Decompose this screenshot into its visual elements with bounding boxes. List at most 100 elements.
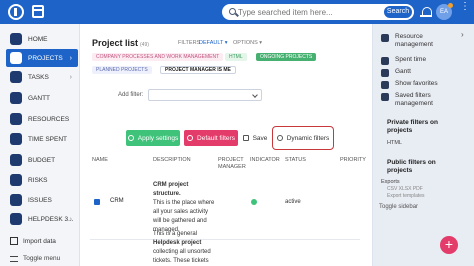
apply-settings-button[interactable]: Apply settings: [126, 130, 180, 146]
column-header-status[interactable]: STATUS: [285, 157, 306, 163]
sidebar-item-gantt[interactable]: GANTT: [6, 89, 78, 107]
page-title: Project list (49): [92, 38, 149, 48]
chevron-right-icon: ›: [69, 54, 72, 62]
exports-label: Exports: [381, 179, 400, 185]
sidebar-item-issues[interactable]: ISSUES: [6, 191, 78, 209]
notification-badge: [448, 3, 453, 8]
gantt-icon: [10, 92, 22, 104]
desc-line: Helpdesk project: [153, 240, 202, 246]
sidebar-item-resources[interactable]: RESOURCES: [6, 110, 78, 128]
issues-icon: [10, 194, 22, 206]
options-dropdown[interactable]: OPTIONS ▾: [233, 40, 262, 46]
project-name-link[interactable]: CRM: [110, 198, 124, 204]
app-logo-icon[interactable]: [8, 4, 24, 20]
sidebar-item-risks[interactable]: RISKS: [6, 171, 78, 189]
sidebar-item-budget[interactable]: BUDGET: [6, 151, 78, 169]
calendar-icon[interactable]: [32, 5, 44, 18]
private-filter-html[interactable]: HTML: [387, 140, 402, 146]
filters-default-dropdown[interactable]: DEFAULT ▾: [199, 40, 228, 46]
add-filter-select[interactable]: [148, 89, 262, 101]
apply-settings-label: Apply settings: [137, 134, 179, 142]
home-icon: [10, 33, 22, 45]
toggle-menu-button[interactable]: Toggle menu: [10, 255, 60, 262]
column-header-name[interactable]: NAME: [92, 157, 108, 163]
filter-chip[interactable]: PROJECT MANAGER IS ME: [160, 66, 236, 74]
saved-filters-management-link[interactable]: Saved filters management: [381, 92, 453, 108]
import-data-link[interactable]: Import data: [10, 237, 56, 245]
dynamic-filters-label: Dynamic filters: [286, 134, 330, 142]
chevron-right-icon: ›: [69, 73, 72, 81]
saved-filters-label: Saved filters management: [395, 92, 433, 107]
import-icon: [10, 237, 18, 245]
budget-icon: [10, 154, 22, 166]
risks-icon: [10, 174, 22, 186]
right-sidebar: › Resource management Spent time Gantt S…: [372, 24, 474, 266]
save-icon: [242, 135, 249, 141]
show-favorites-label: Show favorites: [395, 80, 438, 87]
filter-chip[interactable]: ONGOING PROJECTS: [256, 53, 317, 61]
project-count: (49): [140, 42, 149, 48]
top-bar: Search EA ⋮: [0, 0, 474, 24]
status-text: active: [285, 199, 301, 205]
column-header-indicator[interactable]: INDICATOR: [250, 157, 280, 163]
spent-time-link[interactable]: Spent time: [381, 56, 426, 65]
sidebar-item-label: BUDGET: [28, 156, 56, 164]
project-description: CRM project structure. This is the place…: [153, 181, 217, 235]
sidebar-item-time-spent[interactable]: TIME SPENT: [6, 130, 78, 148]
sidebar-item-label: RISKS: [28, 176, 48, 184]
more-menu-icon[interactable]: ⋮: [460, 2, 470, 19]
resource-management-icon: [381, 34, 389, 42]
resource-management-link[interactable]: Resource management: [381, 33, 453, 49]
clock-icon: [10, 133, 22, 145]
page-title-text: Project list: [92, 38, 139, 48]
row-divider: [90, 239, 360, 240]
desc-line: This is the place where: [153, 200, 215, 206]
default-filters-label: Default filters: [197, 134, 235, 142]
check-icon: [127, 135, 134, 141]
sidebar-item-label: GANTT: [28, 94, 51, 102]
sidebar-item-home[interactable]: HOME: [6, 30, 78, 48]
sidebar-item-tasks[interactable]: TASKS ›: [6, 68, 78, 86]
filter-chip[interactable]: COMPANY PROCESSES AND WORK MANAGEMENT: [92, 53, 224, 61]
indicator-dot: [251, 199, 257, 205]
hamburger-icon: [10, 255, 18, 262]
add-new-button[interactable]: +: [440, 236, 458, 254]
import-data-label: Import data: [23, 237, 56, 245]
export-formats[interactable]: CSV XLSX PDF: [387, 186, 423, 192]
gantt-link[interactable]: Gantt: [381, 68, 411, 77]
projects-icon: [10, 52, 22, 64]
search-input[interactable]: [238, 5, 383, 19]
show-favorites-link[interactable]: Show favorites: [381, 80, 438, 89]
main-content: Project list (49) FILTERS DEFAULT ▾ OPTIO…: [80, 24, 372, 266]
sidebar-item-label: HELPDESK 3...: [28, 215, 74, 223]
search-button[interactable]: Search: [384, 6, 412, 18]
export-templates-link[interactable]: Export templates: [387, 193, 425, 199]
filter-chip[interactable]: PLANNED PROJECTS: [92, 66, 152, 74]
filter-chip[interactable]: HTML: [225, 53, 247, 61]
star-icon: [381, 81, 389, 89]
search-icon: [229, 8, 236, 15]
column-header-project-manager[interactable]: PROJECT MANAGER: [218, 157, 248, 171]
sidebar-item-label: ISSUES: [28, 196, 52, 204]
collapse-sidebar-icon[interactable]: ›: [461, 30, 464, 39]
sidebar-item-label: TASKS: [28, 73, 49, 81]
save-button[interactable]: Save: [242, 130, 268, 146]
resource-management-label: Resource management: [395, 33, 433, 48]
sidebar-item-label: TIME SPENT: [28, 135, 68, 143]
row-checkbox[interactable]: [94, 199, 100, 205]
bell-icon[interactable]: [420, 6, 432, 18]
reset-icon: [187, 135, 194, 141]
column-header-priority[interactable]: PRIORITY: [340, 157, 366, 163]
sidebar-item-helpdesk[interactable]: HELPDESK 3... ›: [6, 210, 78, 228]
main-sidebar: HOME PROJECTS › TASKS › GANTT RESOURCES …: [0, 24, 80, 266]
dynamic-filters-button[interactable]: Dynamic filters: [276, 130, 330, 146]
sidebar-item-label: PROJECTS: [28, 54, 63, 62]
column-header-description[interactable]: DESCRIPTION: [153, 157, 191, 163]
default-filters-button[interactable]: Default filters: [184, 130, 238, 146]
toggle-sidebar-button[interactable]: Toggle sidebar: [379, 204, 418, 210]
toggle-menu-label: Toggle menu: [23, 255, 61, 262]
save-label: Save: [252, 134, 268, 142]
sidebar-item-projects[interactable]: PROJECTS ›: [6, 49, 78, 67]
public-filters-title: Public filters on projects: [387, 159, 436, 174]
gantt-icon: [381, 69, 389, 77]
